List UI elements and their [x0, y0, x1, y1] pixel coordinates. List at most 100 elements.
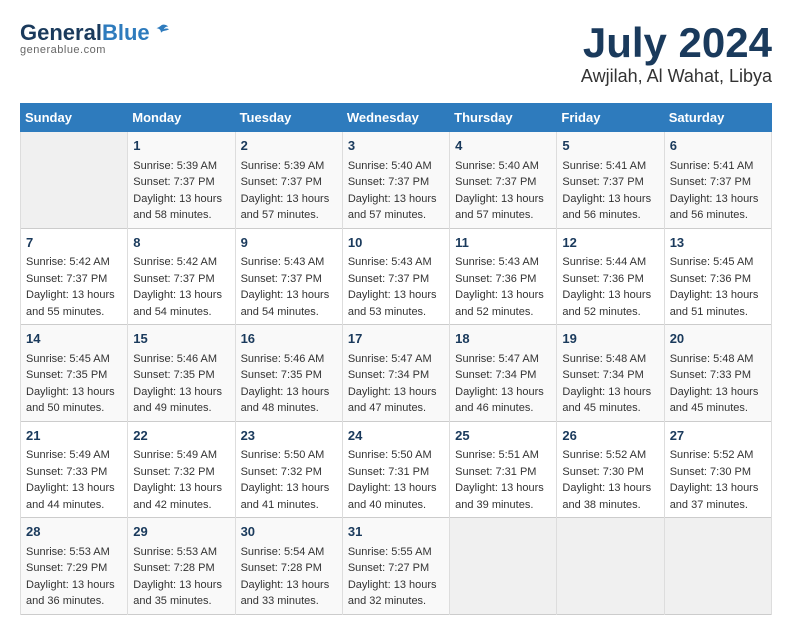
cell-text: Sunset: 7:32 PM	[241, 464, 337, 481]
cell-text: Sunset: 7:36 PM	[670, 271, 766, 288]
day-number: 27	[670, 426, 766, 446]
cell-text: Daylight: 13 hours	[455, 480, 551, 497]
calendar-cell: 5Sunrise: 5:41 AMSunset: 7:37 PMDaylight…	[557, 132, 664, 229]
day-number: 1	[133, 136, 229, 156]
cell-text: Sunrise: 5:48 AM	[562, 351, 658, 368]
day-number: 19	[562, 329, 658, 349]
day-number: 16	[241, 329, 337, 349]
cell-text: and 37 minutes.	[670, 497, 766, 514]
week-row-5: 28Sunrise: 5:53 AMSunset: 7:29 PMDayligh…	[21, 518, 772, 615]
cell-text: Sunrise: 5:42 AM	[133, 254, 229, 271]
day-number: 3	[348, 136, 444, 156]
cell-text: Daylight: 13 hours	[670, 384, 766, 401]
day-number: 8	[133, 233, 229, 253]
cell-text: and 38 minutes.	[562, 497, 658, 514]
calendar-cell: 27Sunrise: 5:52 AMSunset: 7:30 PMDayligh…	[664, 421, 771, 518]
cell-text: and 57 minutes.	[455, 207, 551, 224]
cell-text: Daylight: 13 hours	[133, 480, 229, 497]
calendar-cell: 16Sunrise: 5:46 AMSunset: 7:35 PMDayligh…	[235, 325, 342, 422]
header-cell-sunday: Sunday	[21, 104, 128, 132]
week-row-3: 14Sunrise: 5:45 AMSunset: 7:35 PMDayligh…	[21, 325, 772, 422]
cell-text: and 54 minutes.	[241, 304, 337, 321]
cell-text: Daylight: 13 hours	[26, 577, 122, 594]
calendar-cell: 15Sunrise: 5:46 AMSunset: 7:35 PMDayligh…	[128, 325, 235, 422]
calendar-table: SundayMondayTuesdayWednesdayThursdayFrid…	[20, 103, 772, 615]
week-row-2: 7Sunrise: 5:42 AMSunset: 7:37 PMDaylight…	[21, 228, 772, 325]
cell-text: Sunset: 7:32 PM	[133, 464, 229, 481]
cell-text: Sunrise: 5:45 AM	[670, 254, 766, 271]
cell-text: Sunrise: 5:50 AM	[241, 447, 337, 464]
cell-text: and 42 minutes.	[133, 497, 229, 514]
logo-underline: generablue.com	[20, 44, 106, 56]
cell-text: Sunset: 7:35 PM	[26, 367, 122, 384]
day-number: 24	[348, 426, 444, 446]
header-cell-tuesday: Tuesday	[235, 104, 342, 132]
cell-text: Daylight: 13 hours	[133, 287, 229, 304]
calendar-cell: 14Sunrise: 5:45 AMSunset: 7:35 PMDayligh…	[21, 325, 128, 422]
cell-text: Daylight: 13 hours	[26, 480, 122, 497]
cell-text: Sunrise: 5:55 AM	[348, 544, 444, 561]
cell-text: Sunset: 7:29 PM	[26, 560, 122, 577]
day-number: 7	[26, 233, 122, 253]
cell-text: Sunrise: 5:40 AM	[348, 158, 444, 175]
day-number: 22	[133, 426, 229, 446]
day-number: 5	[562, 136, 658, 156]
cell-text: Sunset: 7:36 PM	[562, 271, 658, 288]
cell-text: Daylight: 13 hours	[455, 191, 551, 208]
header-cell-wednesday: Wednesday	[342, 104, 449, 132]
calendar-cell: 19Sunrise: 5:48 AMSunset: 7:34 PMDayligh…	[557, 325, 664, 422]
cell-text: Sunset: 7:30 PM	[562, 464, 658, 481]
calendar-cell: 20Sunrise: 5:48 AMSunset: 7:33 PMDayligh…	[664, 325, 771, 422]
day-number: 10	[348, 233, 444, 253]
cell-text: and 32 minutes.	[348, 593, 444, 610]
cell-text: Daylight: 13 hours	[348, 287, 444, 304]
cell-text: and 44 minutes.	[26, 497, 122, 514]
day-number: 9	[241, 233, 337, 253]
calendar-cell: 4Sunrise: 5:40 AMSunset: 7:37 PMDaylight…	[450, 132, 557, 229]
cell-text: Sunrise: 5:39 AM	[133, 158, 229, 175]
day-number: 28	[26, 522, 122, 542]
cell-text: Sunset: 7:37 PM	[348, 174, 444, 191]
cell-text: Sunset: 7:28 PM	[133, 560, 229, 577]
cell-text: Sunrise: 5:42 AM	[26, 254, 122, 271]
cell-text: and 58 minutes.	[133, 207, 229, 224]
cell-text: and 41 minutes.	[241, 497, 337, 514]
calendar-cell	[450, 518, 557, 615]
cell-text: and 57 minutes.	[241, 207, 337, 224]
cell-text: Sunset: 7:37 PM	[241, 271, 337, 288]
cell-text: Sunrise: 5:46 AM	[241, 351, 337, 368]
calendar-cell: 7Sunrise: 5:42 AMSunset: 7:37 PMDaylight…	[21, 228, 128, 325]
cell-text: Daylight: 13 hours	[348, 480, 444, 497]
cell-text: Sunset: 7:37 PM	[241, 174, 337, 191]
calendar-cell: 6Sunrise: 5:41 AMSunset: 7:37 PMDaylight…	[664, 132, 771, 229]
location: Awjilah, Al Wahat, Libya	[581, 66, 772, 87]
cell-text: Daylight: 13 hours	[455, 384, 551, 401]
calendar-cell: 3Sunrise: 5:40 AMSunset: 7:37 PMDaylight…	[342, 132, 449, 229]
day-number: 25	[455, 426, 551, 446]
calendar-cell: 18Sunrise: 5:47 AMSunset: 7:34 PMDayligh…	[450, 325, 557, 422]
cell-text: Sunset: 7:37 PM	[133, 271, 229, 288]
calendar-cell: 12Sunrise: 5:44 AMSunset: 7:36 PMDayligh…	[557, 228, 664, 325]
cell-text: Sunrise: 5:41 AM	[670, 158, 766, 175]
cell-text: Sunrise: 5:52 AM	[670, 447, 766, 464]
logo: GeneralBlue generablue.com	[20, 20, 170, 56]
cell-text: Sunset: 7:37 PM	[133, 174, 229, 191]
calendar-cell: 8Sunrise: 5:42 AMSunset: 7:37 PMDaylight…	[128, 228, 235, 325]
cell-text: and 39 minutes.	[455, 497, 551, 514]
cell-text: and 45 minutes.	[562, 400, 658, 417]
day-number: 18	[455, 329, 551, 349]
cell-text: Sunset: 7:36 PM	[455, 271, 551, 288]
cell-text: and 36 minutes.	[26, 593, 122, 610]
cell-text: Sunset: 7:34 PM	[455, 367, 551, 384]
cell-text: and 40 minutes.	[348, 497, 444, 514]
day-number: 26	[562, 426, 658, 446]
calendar-body: 1Sunrise: 5:39 AMSunset: 7:37 PMDaylight…	[21, 132, 772, 615]
cell-text: Daylight: 13 hours	[241, 384, 337, 401]
cell-text: Daylight: 13 hours	[562, 384, 658, 401]
day-number: 30	[241, 522, 337, 542]
cell-text: Sunset: 7:30 PM	[670, 464, 766, 481]
cell-text: Sunset: 7:37 PM	[670, 174, 766, 191]
calendar-cell: 28Sunrise: 5:53 AMSunset: 7:29 PMDayligh…	[21, 518, 128, 615]
day-number: 29	[133, 522, 229, 542]
calendar-cell: 22Sunrise: 5:49 AMSunset: 7:32 PMDayligh…	[128, 421, 235, 518]
